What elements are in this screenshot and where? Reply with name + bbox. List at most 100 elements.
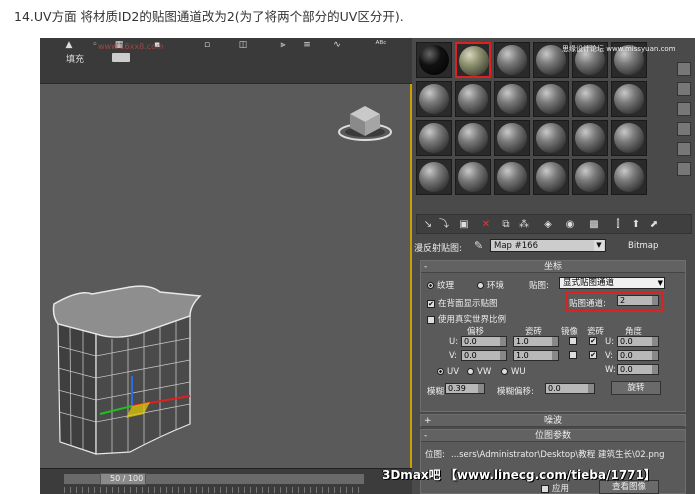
v-angle-label: V: [605,351,613,361]
uv-tiling-icon[interactable] [677,122,691,136]
material-slot[interactable] [416,159,452,195]
side-toolbar [675,60,693,210]
u-angle-field[interactable]: 0.0 [617,336,659,347]
text-tool-icon[interactable]: ᴬᴮᶜ [374,40,388,50]
material-slot[interactable] [611,120,647,156]
material-slot[interactable] [494,120,530,156]
reset-map-icon[interactable]: ✕ [479,218,493,231]
curve-icon[interactable]: ∿ [330,40,344,50]
material-slot[interactable] [455,120,491,156]
make-unique-icon[interactable]: ⁂ [517,218,531,231]
perspective-viewport[interactable] [40,84,412,468]
collapse-icon: - [424,431,428,441]
material-slot[interactable] [533,120,569,156]
material-slot[interactable] [416,42,452,78]
bitmap-path-button[interactable]: ...sers\Administrator\Desktop\教程 建筑生长\02… [451,448,681,460]
watermark-text: www.16xx8.com [98,42,164,51]
wu-radio[interactable] [501,368,508,375]
copy-material-icon[interactable]: ⧉ [499,218,513,231]
material-id-icon[interactable]: ◉ [563,218,577,231]
environ-radio-row[interactable]: 环境 [477,279,504,291]
chevron-down-icon[interactable]: ▼ [594,240,604,251]
material-slot[interactable] [416,120,452,156]
material-slot[interactable] [572,159,608,195]
go-to-parent-icon[interactable]: ⬆ [629,218,643,231]
eyedropper-icon[interactable]: ✎ [474,239,483,252]
material-slot[interactable] [494,42,530,78]
backlight-icon[interactable] [677,82,691,96]
vw-label: VW [477,367,492,377]
material-slot[interactable] [533,159,569,195]
material-slot[interactable] [455,159,491,195]
blur-offset-field[interactable]: 0.0 [545,383,595,394]
w-angle-field[interactable]: 0.0 [617,364,659,375]
coordinates-header[interactable]: - 坐标 [421,261,685,273]
material-slot[interactable] [611,81,647,117]
material-slot[interactable] [494,159,530,195]
environ-radio[interactable] [477,282,484,289]
material-slot[interactable] [572,120,608,156]
show-on-back-checkbox[interactable]: ✔ [427,299,435,308]
show-map-icon[interactable]: ▩ [587,218,601,231]
texture-radio-row[interactable]: 纹理 [427,279,454,291]
snap-icon[interactable]: ▫ [200,40,214,50]
timeline[interactable]: 50 / 100 [40,468,412,494]
real-world-row[interactable]: 使用真实世界比例 [427,313,506,325]
show-end-result-icon[interactable]: ⫿ [611,218,625,231]
apply-row[interactable]: 应用 [541,482,569,494]
sample-type-icon[interactable] [677,62,691,76]
v-tile-checkbox[interactable]: ✔ [589,351,597,359]
blur-field[interactable]: 0.39 [445,383,485,394]
v-offset-field[interactable]: 0.0 [461,350,507,361]
u-tile-checkbox[interactable]: ✔ [589,337,597,345]
material-slot[interactable] [455,81,491,117]
apply-checkbox[interactable] [541,484,549,493]
rotate-button[interactable]: 旋转 [611,381,661,395]
u-offset-field[interactable]: 0.0 [461,336,507,347]
blur-value: 0.39 [448,384,466,393]
go-forward-icon[interactable]: ⬈ [647,218,661,231]
material-slot-selected[interactable] [455,42,491,78]
vw-radio[interactable] [467,368,474,375]
mapping-label: 贴图: [529,281,549,291]
texture-radio[interactable] [427,282,434,289]
mirror-icon[interactable]: ◫ [236,40,250,50]
noise-header[interactable]: + 噪波 [421,415,685,427]
uv-radio-row[interactable]: UV [437,367,459,377]
vw-radio-row[interactable]: VW [467,367,491,377]
move-icon[interactable]: ▲ [62,40,76,50]
map-name-field[interactable]: Map #166 ▼ [490,239,606,252]
map-name-value: Map #166 [494,241,538,251]
put-to-library-icon[interactable]: ◈ [541,218,555,231]
v-mirror-checkbox[interactable] [569,351,577,359]
align-icon[interactable]: ⫸ [276,40,290,50]
map-type-button[interactable]: Bitmap [628,241,658,251]
assign-material-icon[interactable]: ▣ [457,218,471,231]
material-slot[interactable] [416,81,452,117]
material-slot[interactable] [494,81,530,117]
mapping-dropdown[interactable]: 显式贴图通道 ▼ [559,277,665,289]
v-angle-field[interactable]: 0.0 [617,350,659,361]
put-to-scene-icon[interactable]: ⤵ [437,218,451,231]
fill-dropdown[interactable] [112,53,130,62]
uv-label: UV [447,367,460,377]
uv-radio[interactable] [437,368,444,375]
show-on-back-row[interactable]: ✔ 在背面显示贴图 [427,297,498,309]
v-angle-value: 0.0 [620,351,633,360]
options-icon[interactable] [677,162,691,176]
bitmap-params-header[interactable]: - 位图参数 [421,430,685,442]
video-check-icon[interactable] [677,142,691,156]
real-world-checkbox[interactable] [427,315,435,324]
layer-icon[interactable]: ≡ [300,40,314,50]
material-slot[interactable] [533,81,569,117]
material-slot[interactable] [611,159,647,195]
get-material-icon[interactable]: ↘ [421,218,435,231]
wu-radio-row[interactable]: WU [501,367,526,377]
fill-label: 填充 [66,55,85,65]
frame-counter: 50 / 100 [110,474,144,483]
v-tiling-field[interactable]: 1.0 [513,350,559,361]
background-icon[interactable] [677,102,691,116]
u-tiling-field[interactable]: 1.0 [513,336,559,347]
material-slot[interactable] [572,81,608,117]
u-mirror-checkbox[interactable] [569,337,577,345]
